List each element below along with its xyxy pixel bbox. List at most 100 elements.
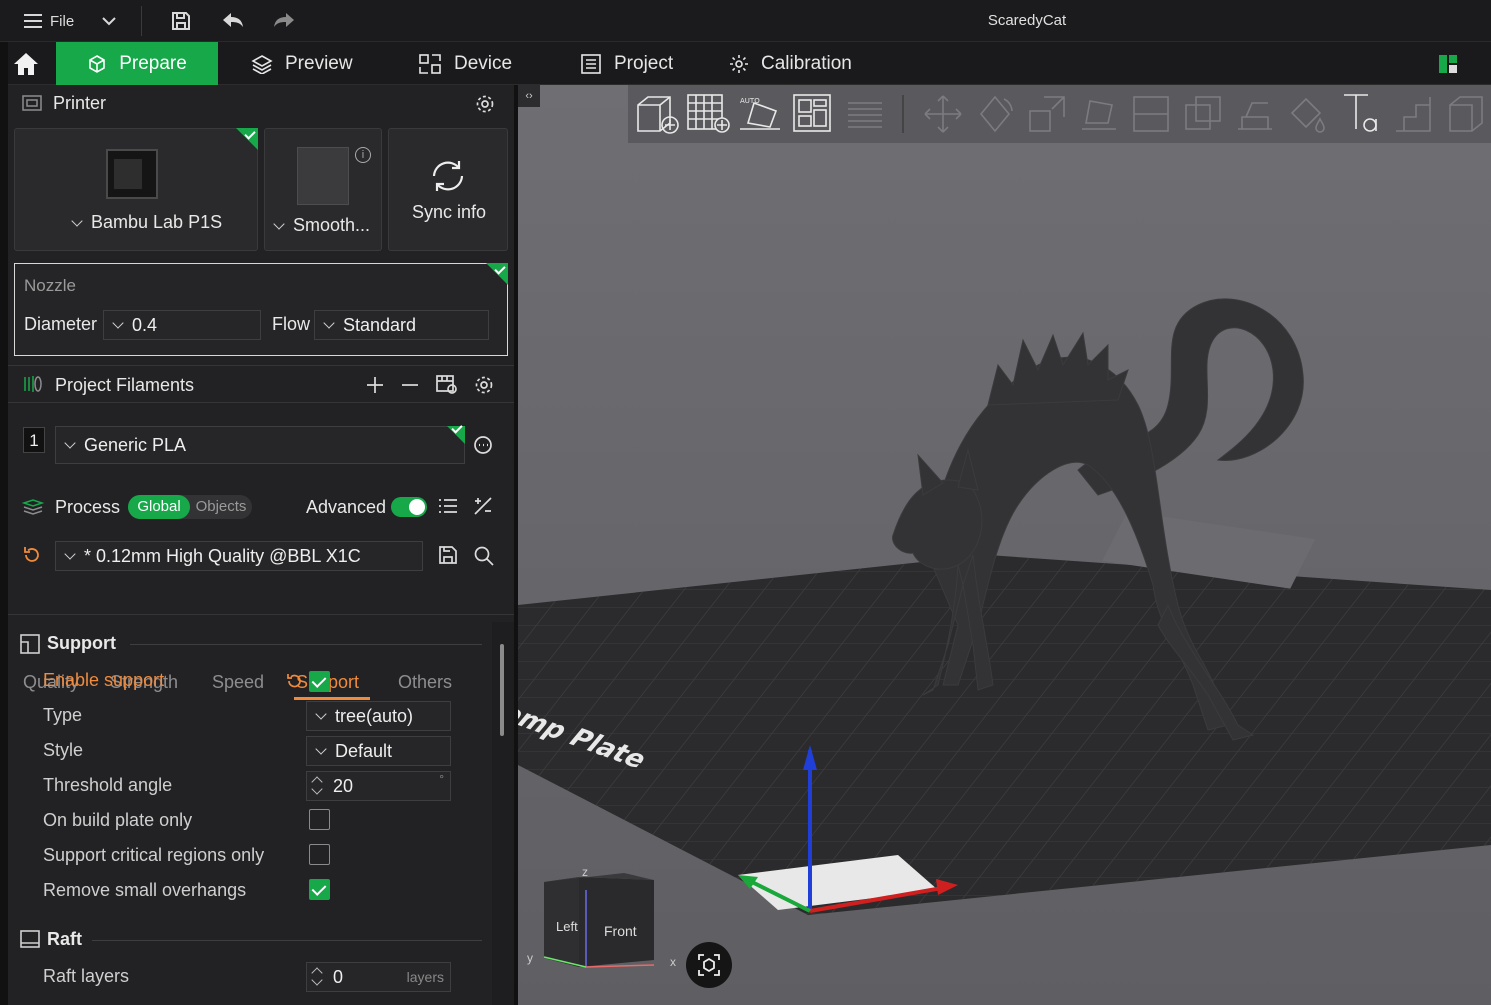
printer-synced-badge xyxy=(236,128,258,150)
preset-select[interactable]: * 0.12mm High Quality @BBL X1C xyxy=(55,541,423,571)
chevron-down-icon xyxy=(273,217,285,230)
spin-arrows-icon[interactable] xyxy=(307,963,329,991)
chevron-down-icon xyxy=(315,708,327,720)
reset-view-button[interactable] xyxy=(686,942,732,988)
scope-global-button[interactable]: Global xyxy=(128,495,190,519)
chevron-down-icon xyxy=(64,437,76,449)
view-cube-icon xyxy=(696,952,722,978)
list-icon xyxy=(580,53,614,75)
chevron-down-icon xyxy=(112,317,124,329)
tab-project[interactable]: Project xyxy=(580,42,673,85)
threshold-angle-value: 20 xyxy=(333,775,354,796)
printer-thumbnail xyxy=(106,149,158,199)
redo-icon[interactable] xyxy=(272,0,296,42)
remove-overhangs-label: Remove small overhangs xyxy=(43,880,247,900)
group-divider xyxy=(92,940,482,941)
settings-scrollbar[interactable] xyxy=(492,622,514,1005)
device-icon xyxy=(418,53,454,75)
filament-synced-badge xyxy=(447,426,465,444)
preset-row: * 0.12mm High Quality @BBL X1C xyxy=(8,537,514,573)
save-preset-icon[interactable] xyxy=(438,545,458,570)
printer-select[interactable]: Bambu Lab P1S xyxy=(63,212,222,233)
tab-prepare[interactable]: Prepare xyxy=(56,42,218,85)
support-style-label: Style xyxy=(43,740,84,760)
raft-layers-unit: layers xyxy=(406,969,444,985)
chevron-down-icon xyxy=(315,743,327,755)
filament-index: 1 xyxy=(23,427,45,453)
cube-icon xyxy=(87,54,119,74)
nozzle-synced-badge xyxy=(486,263,508,285)
filament-more-icon[interactable] xyxy=(473,435,493,460)
save-icon[interactable] xyxy=(170,0,192,42)
build-plate-only-label: On build plate only xyxy=(43,810,193,830)
plate-card[interactable]: i Smooth... xyxy=(264,128,382,251)
title-bar: File ScaredyCat xyxy=(0,0,1491,42)
layout-toggle-button[interactable] xyxy=(1438,42,1470,85)
printer-icon xyxy=(22,94,42,117)
plate-select[interactable]: Smooth... xyxy=(265,215,370,236)
undo-icon[interactable] xyxy=(221,0,245,42)
chevron-down-icon xyxy=(71,214,83,227)
chevron-down-icon xyxy=(64,548,76,560)
plate-name: Smooth... xyxy=(293,215,371,235)
raft-layers-input[interactable]: 0 layers xyxy=(306,962,451,992)
scope-objects-button[interactable]: Objects xyxy=(190,495,252,519)
filament-sync-icon[interactable] xyxy=(435,374,459,401)
cube-z-label: z xyxy=(582,865,588,879)
process-section-title: Process xyxy=(55,497,121,517)
printer-settings-icon[interactable] xyxy=(474,93,496,120)
filaments-section-title: Project Filaments xyxy=(55,375,195,395)
cube-y-label: y xyxy=(527,951,533,965)
critical-regions-checkbox[interactable] xyxy=(309,844,330,865)
info-icon[interactable]: i xyxy=(355,147,371,163)
support-type-select[interactable]: tree(auto) xyxy=(306,701,451,731)
toolbar-divider xyxy=(141,6,142,36)
filament-settings-icon[interactable] xyxy=(473,374,495,401)
chevron-down-icon[interactable] xyxy=(100,0,118,42)
3d-viewport[interactable]: ‹› AUTO Left Front z y x xyxy=(518,85,1491,1005)
tab-preview-label: Preview xyxy=(285,52,353,74)
reset-preset-icon[interactable] xyxy=(22,545,42,570)
tab-calibration[interactable]: Calibration xyxy=(729,42,852,85)
settings-sidebar: Printer Bambu Lab P1S i Smooth... Sync i… xyxy=(8,85,514,1005)
enable-support-checkbox[interactable] xyxy=(309,671,330,692)
filament-select[interactable]: Generic PLA xyxy=(55,426,465,464)
compare-icon[interactable] xyxy=(473,496,493,521)
threshold-angle-label: Threshold angle xyxy=(43,775,173,795)
cube-left-label: Left xyxy=(556,919,578,934)
flow-select[interactable]: Standard xyxy=(314,310,489,340)
preset-name: * 0.12mm High Quality @BBL X1C xyxy=(84,545,361,566)
search-icon[interactable] xyxy=(473,545,495,572)
enable-support-label: Enable support xyxy=(43,670,165,690)
remove-filament-icon[interactable] xyxy=(401,376,419,399)
reset-value-icon[interactable] xyxy=(286,672,304,695)
advanced-switch[interactable] xyxy=(391,497,427,517)
diameter-label: Diameter xyxy=(24,314,98,334)
support-group-icon xyxy=(20,634,40,659)
diameter-select[interactable]: 0.4 xyxy=(103,310,261,340)
settings-list: Support Enable support Type tree(auto) S… xyxy=(8,622,492,1005)
tab-device[interactable]: Device xyxy=(418,42,512,85)
sync-icon xyxy=(428,159,468,198)
threshold-angle-input[interactable]: 20 ° xyxy=(306,771,451,801)
orientation-cube[interactable]: Left Front z y x xyxy=(524,855,676,995)
sync-info-button[interactable]: Sync info xyxy=(388,128,508,251)
remove-overhangs-checkbox[interactable] xyxy=(309,879,330,900)
home-button[interactable] xyxy=(13,42,51,85)
home-icon xyxy=(13,51,51,77)
tab-preview[interactable]: Preview xyxy=(251,42,353,85)
build-plate-only-checkbox[interactable] xyxy=(309,809,330,830)
scrollbar-thumb[interactable] xyxy=(500,644,504,736)
nozzle-box: Nozzle Diameter 0.4 Flow Standard xyxy=(14,263,508,356)
add-filament-icon[interactable] xyxy=(366,376,384,399)
support-style-value: Default xyxy=(335,740,393,761)
filament-spool-icon xyxy=(22,374,44,399)
spin-arrows-icon[interactable] xyxy=(307,772,329,800)
file-menu[interactable]: File xyxy=(22,0,74,42)
support-style-select[interactable]: Default xyxy=(306,736,451,766)
advanced-label: Advanced xyxy=(306,497,387,517)
cube-x-label: x xyxy=(670,955,676,969)
printer-card[interactable]: Bambu Lab P1S xyxy=(14,128,258,251)
menu-icon xyxy=(22,12,44,30)
list-view-icon[interactable] xyxy=(438,497,458,520)
